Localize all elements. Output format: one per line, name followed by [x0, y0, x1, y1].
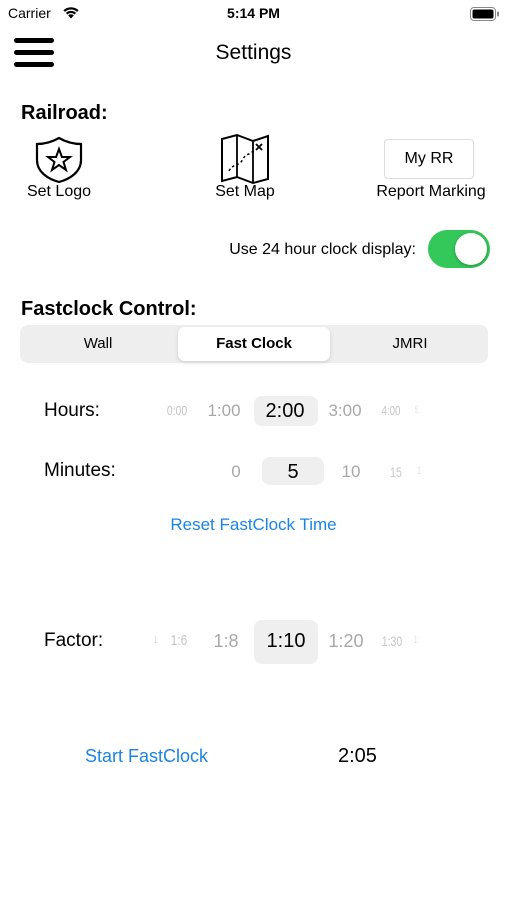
hours-option[interactable]: 5:	[415, 405, 419, 416]
factor-option[interactable]: 1:30	[382, 633, 402, 649]
set-logo-label[interactable]: Set Logo	[14, 183, 104, 201]
factor-picker[interactable]: 1: 1:6 1:8 1:10 1:20 1:30 1:	[145, 618, 430, 664]
hours-option[interactable]: 4:00	[382, 403, 401, 418]
railroad-section-header: Railroad:	[21, 102, 108, 124]
factor-option[interactable]: 1:6	[171, 632, 188, 649]
set-map-label[interactable]: Set Map	[200, 183, 290, 201]
fastclock-time-display: 2:05	[338, 745, 377, 767]
report-marking-input[interactable]: My RR	[384, 139, 474, 179]
hours-option[interactable]: 1:00	[207, 401, 240, 421]
fastclock-mode-segmented-control: Wall Fast Clock JMRI	[20, 325, 488, 363]
factor-option-selected[interactable]: 1:10	[267, 630, 306, 653]
segment-jmri[interactable]: JMRI	[334, 327, 486, 361]
clock24-toggle[interactable]	[428, 230, 490, 268]
factor-option[interactable]: 1:	[414, 634, 418, 646]
minutes-label: Minutes:	[44, 460, 116, 481]
hours-option[interactable]: 3:00	[328, 401, 361, 421]
shield-star-icon[interactable]	[34, 136, 84, 184]
toggle-knob	[455, 233, 487, 265]
start-fastclock-link[interactable]: Start FastClock	[85, 746, 208, 767]
hours-option-selected[interactable]: 2:00	[266, 400, 305, 423]
factor-option[interactable]: 1:8	[213, 631, 238, 652]
minutes-option-selected[interactable]: 5	[287, 461, 298, 484]
hours-label: Hours:	[44, 400, 100, 421]
segment-fast-clock[interactable]: Fast Clock	[178, 327, 330, 361]
minutes-option[interactable]: 0	[231, 462, 240, 482]
minutes-picker[interactable]: 0 5 10 15 2	[200, 452, 430, 490]
fastclock-section-header: Fastclock Control:	[21, 298, 197, 320]
factor-option[interactable]: 1:	[154, 634, 158, 646]
segment-wall[interactable]: Wall	[22, 327, 174, 361]
hours-option[interactable]: 0:00	[167, 403, 187, 418]
minutes-option[interactable]: 15	[390, 464, 402, 480]
factor-label: Factor:	[44, 630, 104, 651]
battery-icon	[470, 7, 499, 21]
minutes-option[interactable]: 10	[342, 462, 361, 482]
clock24-label: Use 24 hour clock display:	[229, 241, 416, 258]
status-time: 5:14 PM	[227, 5, 280, 21]
map-icon[interactable]	[219, 133, 271, 185]
page-title: Settings	[215, 41, 292, 64]
hours-picker[interactable]: 0:00 1:00 2:00 3:00 4:00 5:	[150, 392, 430, 430]
report-marking-label: Report Marking	[376, 183, 486, 200]
factor-option[interactable]: 1:20	[328, 631, 363, 652]
reset-fastclock-time-link[interactable]: Reset FastClock Time	[0, 515, 507, 535]
minutes-option[interactable]: 2	[417, 465, 420, 477]
